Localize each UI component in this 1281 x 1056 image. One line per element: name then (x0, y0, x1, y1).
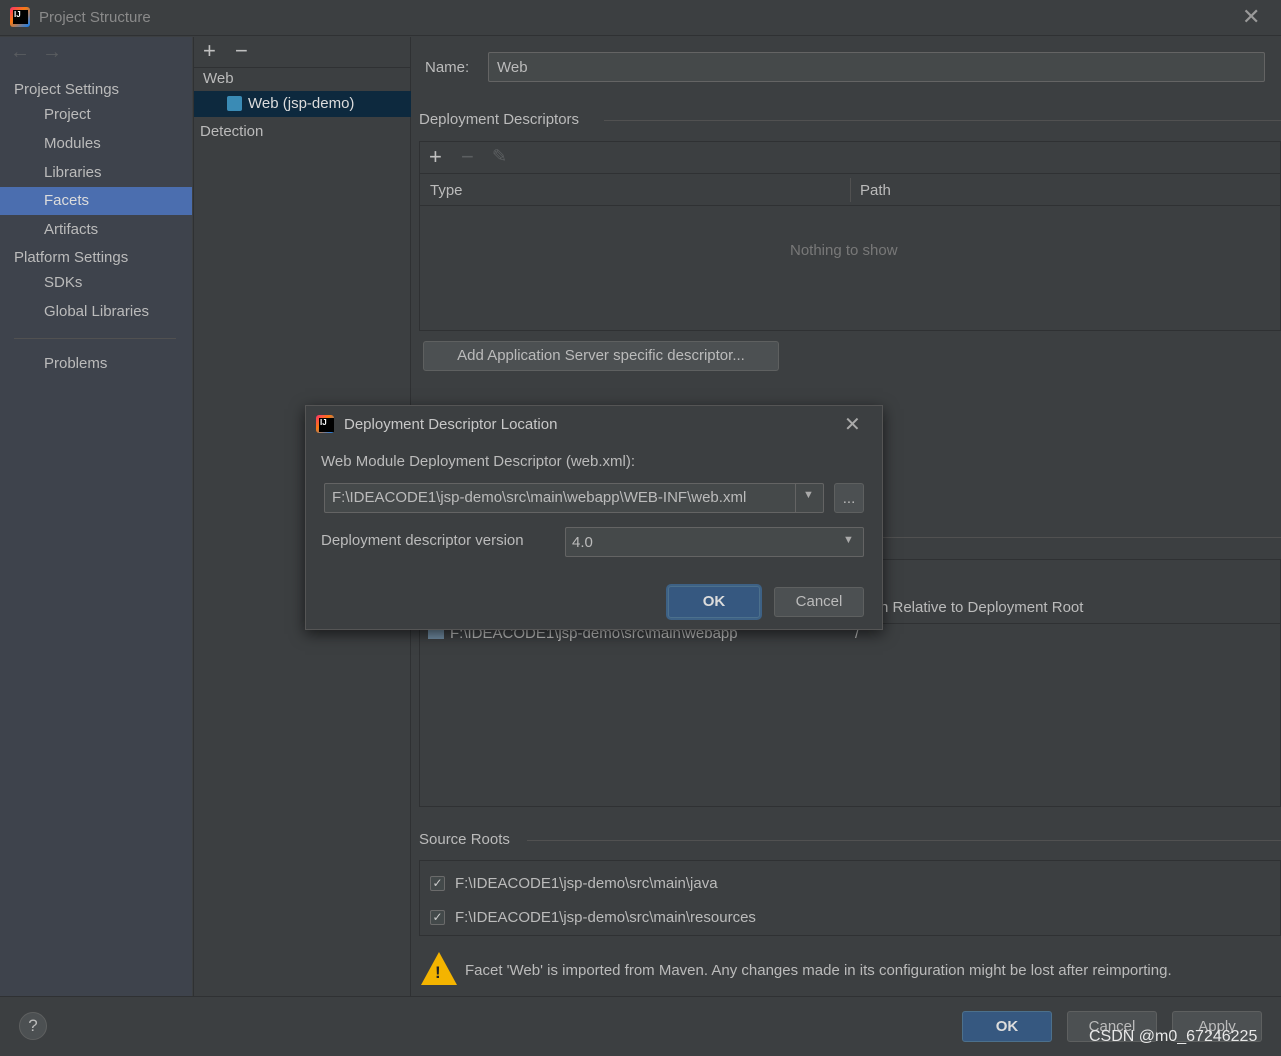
web-facet-icon (227, 96, 242, 111)
add-descriptor-icon[interactable]: + (429, 144, 442, 170)
browse-button[interactable]: ... (834, 483, 864, 513)
name-label: Name: (425, 59, 470, 76)
section-platform-settings: Platform Settings (14, 249, 129, 266)
remove-icon[interactable]: − (235, 38, 248, 64)
checkbox[interactable]: ✓ (430, 910, 445, 925)
dialog-close-icon[interactable]: ✕ (844, 412, 861, 437)
sidebar-item-sdks[interactable]: SDKs (0, 269, 192, 297)
name-input[interactable]: Web (488, 52, 1265, 82)
descriptor-path-combo[interactable]: F:\IDEACODE1\jsp-demo\src\main\webapp\WE… (324, 483, 824, 513)
tree-group-web[interactable]: Web (203, 70, 234, 87)
version-select[interactable]: 4.0 ▼ (565, 527, 864, 557)
close-icon[interactable]: ✕ (1242, 4, 1260, 30)
sidebar-item-artifacts[interactable]: Artifacts (0, 216, 192, 244)
window-title: Project Structure (39, 9, 151, 26)
back-arrow-icon[interactable]: ← (10, 41, 30, 64)
checkbox[interactable]: ✓ (430, 876, 445, 891)
dialog-ok-button[interactable]: OK (668, 586, 760, 618)
source-roots-title: Source Roots (419, 831, 510, 848)
version-label: Deployment descriptor version (321, 532, 524, 549)
help-button[interactable]: ? (19, 1012, 47, 1040)
sidebar-item-libraries[interactable]: Libraries (0, 159, 192, 187)
dialog-cancel-button[interactable]: Cancel (774, 587, 864, 617)
maven-warning: Facet 'Web' is imported from Maven. Any … (465, 962, 1172, 979)
chevron-down-icon: ▼ (843, 534, 854, 546)
source-roots-list: ✓ F:\IDEACODE1\jsp-demo\src\main\java ✓ F:… (419, 860, 1281, 936)
intellij-logo-icon (316, 415, 334, 433)
deployment-descriptor-dialog: Deployment Descriptor Location ✕ Web Mod… (305, 405, 883, 630)
remove-descriptor-icon[interactable]: − (461, 144, 474, 170)
empty-text: Nothing to show (790, 242, 898, 259)
column-type[interactable]: Type (430, 182, 463, 199)
table-header: Type Path (420, 173, 1280, 206)
add-server-descriptor-button[interactable]: Add Application Server specific descript… (423, 341, 779, 371)
column-relative-path[interactable]: h Relative to Deployment Root (880, 599, 1083, 616)
sidebar-item-modules[interactable]: Modules (0, 130, 192, 158)
watermark: CSDN @m0_67246225 (1089, 1028, 1258, 1045)
dialog-title: Deployment Descriptor Location (344, 416, 558, 433)
descriptors-table: + − ✎ Type Path Nothing to show (419, 141, 1281, 331)
deployment-descriptors-title: Deployment Descriptors (419, 111, 580, 128)
sidebar-item-global-libraries[interactable]: Global Libraries (0, 298, 192, 326)
sidebar-item-facets[interactable]: Facets (0, 187, 192, 215)
tree-item-web-jsp-demo[interactable]: Web (jsp-demo) (194, 91, 411, 117)
column-path[interactable]: Path (860, 182, 891, 199)
sidebar-item-project[interactable]: Project (0, 101, 192, 129)
descriptor-label: Web Module Deployment Descriptor (web.xm… (321, 453, 635, 470)
intellij-logo-icon (10, 7, 30, 27)
section-project-settings: Project Settings (14, 81, 120, 98)
edit-icon[interactable]: ✎ (492, 146, 507, 167)
forward-arrow-icon[interactable]: → (42, 41, 62, 64)
sidebar: ← → Project Settings Project Modules Lib… (0, 37, 192, 996)
add-icon[interactable]: + (203, 38, 216, 64)
tree-item-detection[interactable]: Detection (200, 123, 263, 140)
ok-button[interactable]: OK (962, 1011, 1052, 1042)
title-bar: Project Structure ✕ (0, 0, 1281, 36)
chevron-down-icon[interactable]: ▼ (803, 489, 814, 501)
sidebar-item-problems[interactable]: Problems (0, 350, 192, 378)
divider (14, 338, 176, 339)
